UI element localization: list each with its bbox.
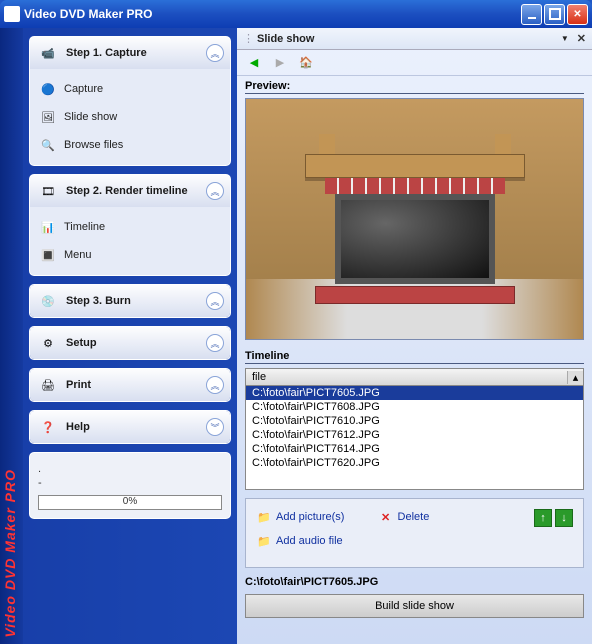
status-line-1: . — [38, 463, 222, 475]
sidebar: 📹 Step 1. Capture ︽ 🔵 Capture 🖼 Slide sh… — [23, 28, 237, 644]
file-column-label: file — [246, 371, 567, 383]
scroll-up-arrow[interactable]: ▴ — [567, 371, 583, 384]
panel-header-burn[interactable]: 💿 Step 3. Burn ︽ — [30, 285, 230, 317]
slideshow-icon: 🖼 — [40, 109, 56, 125]
folder-add-icon: 📁 — [256, 509, 272, 525]
printer-icon: 🖨 — [36, 373, 60, 397]
build-button-label: Build slide show — [375, 600, 454, 612]
sidebar-item-menu[interactable]: 🔳 Menu — [30, 241, 230, 269]
panel-burn: 💿 Step 3. Burn ︽ — [29, 284, 231, 318]
chevron-down-icon[interactable]: ︾ — [206, 418, 224, 436]
close-button[interactable] — [567, 4, 588, 25]
camcorder-icon: 📹 — [36, 41, 60, 65]
file-list-header[interactable]: file ▴ — [245, 368, 584, 386]
panel-label-setup: Setup — [66, 337, 206, 349]
menu-grid-icon: 🔳 — [40, 247, 56, 263]
panel-help: ❓ Help ︾ — [29, 410, 231, 444]
panel-label-render: Step 2. Render timeline — [66, 185, 206, 197]
item-label: Browse files — [64, 139, 123, 151]
gear-icon: ⚙ — [36, 331, 60, 355]
file-row[interactable]: C:\foto\fair\PICT7620.JPG — [246, 456, 583, 470]
file-row[interactable]: C:\foto\fair\PICT7605.JPG — [246, 386, 583, 400]
file-row[interactable]: C:\foto\fair\PICT7608.JPG — [246, 400, 583, 414]
progress-text: 0% — [39, 496, 221, 507]
panel-render: 🎞 Step 2. Render timeline ︽ 📊 Timeline 🔳… — [29, 174, 231, 276]
disc-icon: 💿 — [36, 289, 60, 313]
panel-setup: ⚙ Setup ︽ — [29, 326, 231, 360]
timeline-icon: 📊 — [40, 219, 56, 235]
sidebar-item-browse[interactable]: 🔍 Browse files — [30, 131, 230, 159]
item-label: Slide show — [64, 111, 117, 123]
forward-button[interactable]: ▶ — [269, 53, 291, 73]
progress-bar: 0% — [38, 495, 222, 510]
tab-title: Slide show — [257, 33, 561, 45]
window-title: Video DVD Maker PRO — [24, 7, 521, 21]
panel-header-help[interactable]: ❓ Help ︾ — [30, 411, 230, 443]
vertical-brand: Video DVD Maker PRO — [2, 469, 18, 638]
help-icon: ❓ — [36, 415, 60, 439]
main-panel: ⋮ Slide show ▼ ✕ ◀ ▶ 🏠 Preview: — [237, 28, 592, 644]
tab-close-icon[interactable]: ✕ — [577, 32, 586, 45]
add-audio-link[interactable]: 📁 Add audio file — [256, 533, 343, 549]
film-reel-icon: 🎞 — [36, 179, 60, 203]
chevron-up-icon[interactable]: ︽ — [206, 376, 224, 394]
panel-label-burn: Step 3. Burn — [66, 295, 206, 307]
chevron-up-icon[interactable]: ︽ — [206, 334, 224, 352]
file-row[interactable]: C:\foto\fair\PICT7612.JPG — [246, 428, 583, 442]
item-label: Menu — [64, 249, 92, 261]
file-row[interactable]: C:\foto\fair\PICT7610.JPG — [246, 414, 583, 428]
item-label: Capture — [64, 83, 103, 95]
delete-label: Delete — [398, 511, 430, 523]
panel-header-print[interactable]: 🖨 Print ︽ — [30, 369, 230, 401]
chevron-up-icon[interactable]: ︽ — [206, 182, 224, 200]
maximize-button[interactable] — [544, 4, 565, 25]
home-button[interactable]: 🏠 — [295, 53, 317, 73]
app-body: Video DVD Maker PRO 📹 Step 1. Capture ︽ … — [0, 28, 592, 644]
toolbar: ◀ ▶ 🏠 — [237, 50, 592, 76]
panel-header-setup[interactable]: ⚙ Setup ︽ — [30, 327, 230, 359]
tabbar: ⋮ Slide show ▼ ✕ — [237, 28, 592, 50]
globe-icon: 🔵 — [40, 81, 56, 97]
grip-icon: ⋮ — [243, 32, 253, 45]
panel-print: 🖨 Print ︽ — [29, 368, 231, 402]
back-button[interactable]: ◀ — [243, 53, 265, 73]
folder-audio-icon: 📁 — [256, 533, 272, 549]
sidebar-item-capture[interactable]: 🔵 Capture — [30, 75, 230, 103]
build-slideshow-button[interactable]: Build slide show — [245, 594, 584, 618]
add-audio-label: Add audio file — [276, 535, 343, 547]
sidebar-item-slideshow[interactable]: 🖼 Slide show — [30, 103, 230, 131]
panel-capture: 📹 Step 1. Capture ︽ 🔵 Capture 🖼 Slide sh… — [29, 36, 231, 166]
status-line-2: - — [38, 477, 222, 489]
delete-x-icon: ✕ — [378, 509, 394, 525]
panel-label-print: Print — [66, 379, 206, 391]
actions-box: 📁 Add picture(s) ✕ Delete 📁 Add audio fi… — [245, 498, 584, 568]
delete-link[interactable]: ✕ Delete — [378, 509, 430, 525]
app-icon — [4, 6, 20, 22]
current-file-path: C:\foto\fair\PICT7605.JPG — [245, 576, 584, 588]
file-row[interactable]: C:\foto\fair\PICT7614.JPG — [246, 442, 583, 456]
panel-label-capture: Step 1. Capture — [66, 47, 206, 59]
file-list[interactable]: C:\foto\fair\PICT7605.JPGC:\foto\fair\PI… — [245, 386, 584, 490]
item-label: Timeline — [64, 221, 105, 233]
panel-label-help: Help — [66, 421, 206, 433]
chevron-up-icon[interactable]: ︽ — [206, 292, 224, 310]
add-pictures-link[interactable]: 📁 Add picture(s) — [256, 509, 344, 525]
tab-dropdown-icon[interactable]: ▼ — [561, 34, 569, 43]
minimize-button[interactable] — [521, 4, 542, 25]
move-down-button[interactable]: ↓ — [555, 509, 573, 527]
titlebar: Video DVD Maker PRO — [0, 0, 592, 28]
left-rail: Video DVD Maker PRO — [0, 28, 23, 644]
preview-label: Preview: — [245, 80, 584, 94]
status-panel: . - 0% — [29, 452, 231, 519]
preview-image — [245, 98, 584, 340]
panel-header-capture[interactable]: 📹 Step 1. Capture ︽ — [30, 37, 230, 69]
timeline-label: Timeline — [245, 350, 584, 364]
move-up-button[interactable]: ↑ — [534, 509, 552, 527]
panel-header-render[interactable]: 🎞 Step 2. Render timeline ︽ — [30, 175, 230, 207]
sidebar-item-timeline[interactable]: 📊 Timeline — [30, 213, 230, 241]
search-file-icon: 🔍 — [40, 137, 56, 153]
add-pictures-label: Add picture(s) — [276, 511, 344, 523]
chevron-up-icon[interactable]: ︽ — [206, 44, 224, 62]
